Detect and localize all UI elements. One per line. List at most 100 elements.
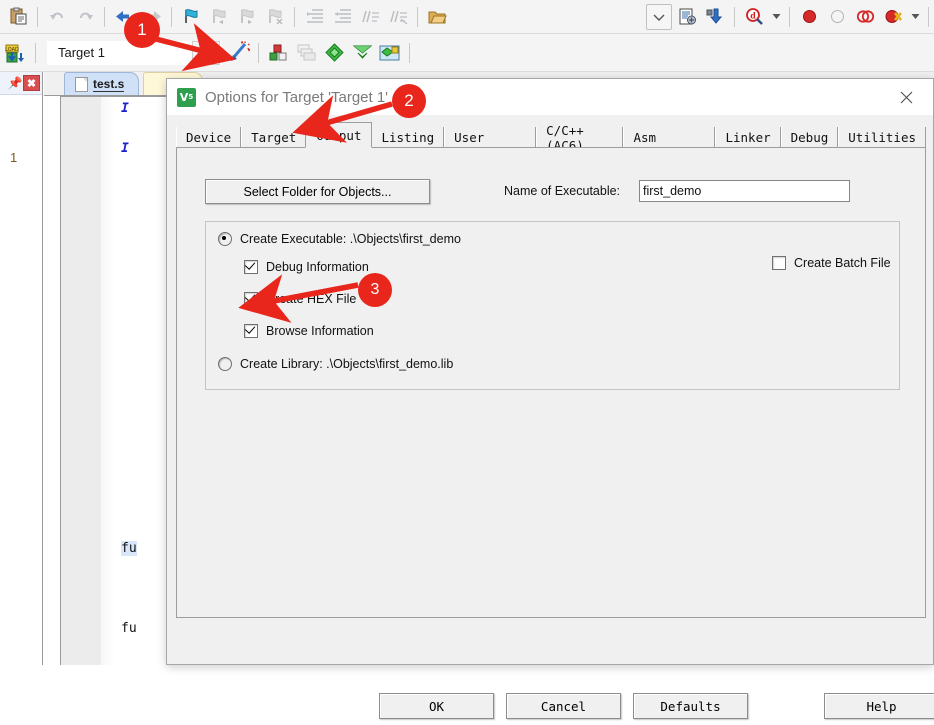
create-hex-file-label: Create HEX File [266, 292, 357, 306]
line-number-gutter [61, 97, 115, 665]
open-file-icon[interactable] [424, 4, 450, 30]
select-folder-for-objects-button[interactable]: Select Folder for Objects... [205, 179, 430, 204]
ok-button[interactable]: OK [379, 693, 494, 719]
code-fragment: fu [121, 621, 137, 636]
pin-icon[interactable]: 📌 [7, 75, 23, 91]
name-of-executable-input[interactable]: first_demo [639, 180, 850, 202]
manage-project-items-icon[interactable] [377, 40, 403, 66]
dialog-tab-user[interactable]: User [444, 127, 537, 148]
dialog-title: Options for Target 'Target 1' [205, 88, 389, 106]
clear-bookmarks-icon[interactable] [262, 4, 288, 30]
ide-window: d LOAD Target 1 📌 ✖ 1 test.s I I fu fu V… [0, 0, 934, 719]
previous-bookmark-icon[interactable] [206, 4, 232, 30]
breakpoint-dropdown-icon[interactable] [908, 4, 922, 30]
chevron-down-icon[interactable] [192, 40, 220, 65]
toolbar-separator [171, 6, 172, 27]
create-library-label: Create Library: .\Objects\first_demo.lib [240, 357, 454, 371]
options-for-target-icon[interactable] [226, 40, 252, 66]
code-fragment: I [121, 141, 129, 156]
find-in-files-icon[interactable]: d [741, 4, 767, 30]
cancel-button[interactable]: Cancel [506, 693, 621, 719]
dialog-output-panel: Select Folder for Objects... Name of Exe… [176, 148, 934, 719]
target-selector-label: Target 1 [58, 45, 105, 60]
disable-breakpoint-icon[interactable] [824, 4, 850, 30]
load-to-flash-icon[interactable]: LOAD [3, 40, 29, 66]
outdent-icon[interactable] [329, 4, 355, 30]
document-icon [75, 76, 88, 92]
browse-information-label: Browse Information [266, 324, 374, 338]
options-for-target-dialog: V5 Options for Target 'Target 1' Device T… [166, 78, 934, 719]
checkbox-indicator [244, 324, 258, 338]
redo-icon[interactable] [72, 4, 98, 30]
checkbox-indicator [244, 292, 258, 306]
dialog-tab-listing[interactable]: Listing [371, 127, 445, 148]
toolbar-separator [35, 42, 36, 63]
dialog-tab-output[interactable]: Output [305, 122, 373, 148]
create-library-radio[interactable]: Create Library: .\Objects\first_demo.lib [218, 357, 453, 371]
close-icon[interactable]: ✖ [23, 75, 40, 91]
translate-icon[interactable] [321, 40, 347, 66]
disable-all-breakpoints-icon[interactable] [852, 4, 878, 30]
toolbar-separator [294, 6, 295, 27]
create-batch-file-label: Create Batch File [794, 256, 891, 270]
undo-icon[interactable] [44, 4, 70, 30]
dialog-tab-linker[interactable]: Linker [715, 127, 781, 148]
create-executable-radio[interactable]: Create Executable: .\Objects\first_demo [218, 232, 461, 246]
toolbar-separator [417, 6, 418, 27]
code-fragment: fu [121, 541, 137, 556]
dialog-tab-target[interactable]: Target [241, 127, 307, 148]
indent-icon[interactable] [301, 4, 327, 30]
uncomment-icon[interactable] [385, 4, 411, 30]
toolbar-separator [789, 6, 790, 27]
toolbar-separator [258, 42, 259, 63]
toolbar-separator [409, 42, 410, 63]
annotation-badge-1: 1 [124, 12, 160, 48]
uvision-icon: V5 [177, 87, 196, 107]
paste-icon[interactable] [5, 4, 31, 30]
rebuild-icon[interactable] [293, 40, 319, 66]
dialog-button-row: OK Cancel Defaults Help [186, 693, 934, 725]
dropdown-icon[interactable] [646, 3, 672, 30]
create-batch-file-checkbox[interactable]: Create Batch File [772, 256, 891, 270]
toolbar-separator [928, 6, 929, 27]
batch-build-icon[interactable] [349, 40, 375, 66]
help-button[interactable]: Help [824, 693, 934, 719]
dialog-tabs: Device Target Output Listing User C/C++ (AC6)… [176, 122, 926, 153]
next-bookmark-icon[interactable] [234, 4, 260, 30]
editor-tab-test-s[interactable]: test.s [64, 72, 140, 95]
svg-text:d: d [750, 11, 756, 21]
build-icon[interactable] [265, 40, 291, 66]
dialog-tab-debug[interactable]: Debug [780, 127, 839, 148]
project-pane-header: 📌 ✖ [0, 72, 42, 95]
dialog-tab-c-c-ac6[interactable]: C/C++ (AC6) [536, 123, 624, 153]
checkbox-indicator [244, 260, 258, 274]
radio-indicator [218, 232, 232, 246]
editor-tab-label: test.s [93, 76, 125, 92]
dialog-tab-device[interactable]: Device [176, 127, 242, 148]
project-tree[interactable]: 1 [0, 95, 42, 165]
comment-icon[interactable] [357, 4, 383, 30]
browse-information-checkbox[interactable]: Browse Information [244, 324, 374, 338]
find-dropdown-icon[interactable] [769, 4, 783, 30]
checkbox-indicator [772, 256, 786, 270]
annotation-badge-2: 2 [392, 84, 426, 118]
insert-bookmark-icon[interactable] [178, 4, 204, 30]
download-icon[interactable] [702, 4, 728, 30]
project-tree-text: 1 [10, 150, 18, 165]
radio-indicator [218, 357, 232, 371]
configure-icon[interactable] [674, 4, 700, 30]
toolbar-separator [104, 6, 105, 27]
dialog-tab-asm[interactable]: Asm [623, 127, 716, 148]
dialog-tab-underline [176, 147, 926, 148]
breakpoint-icon[interactable] [796, 4, 822, 30]
dialog-tab-utilities[interactable]: Utilities [838, 127, 926, 148]
defaults-button[interactable]: Defaults [633, 693, 748, 719]
create-hex-file-checkbox[interactable]: Create HEX File [244, 292, 356, 306]
debug-information-label: Debug Information [266, 260, 369, 274]
annotation-badge-3: 3 [358, 273, 392, 307]
close-icon[interactable] [885, 82, 927, 112]
toolbar-separator [37, 6, 38, 27]
code-fragment: I [121, 101, 129, 116]
kill-all-breakpoints-icon[interactable] [880, 4, 906, 30]
debug-information-checkbox[interactable]: Debug Information [244, 260, 369, 274]
